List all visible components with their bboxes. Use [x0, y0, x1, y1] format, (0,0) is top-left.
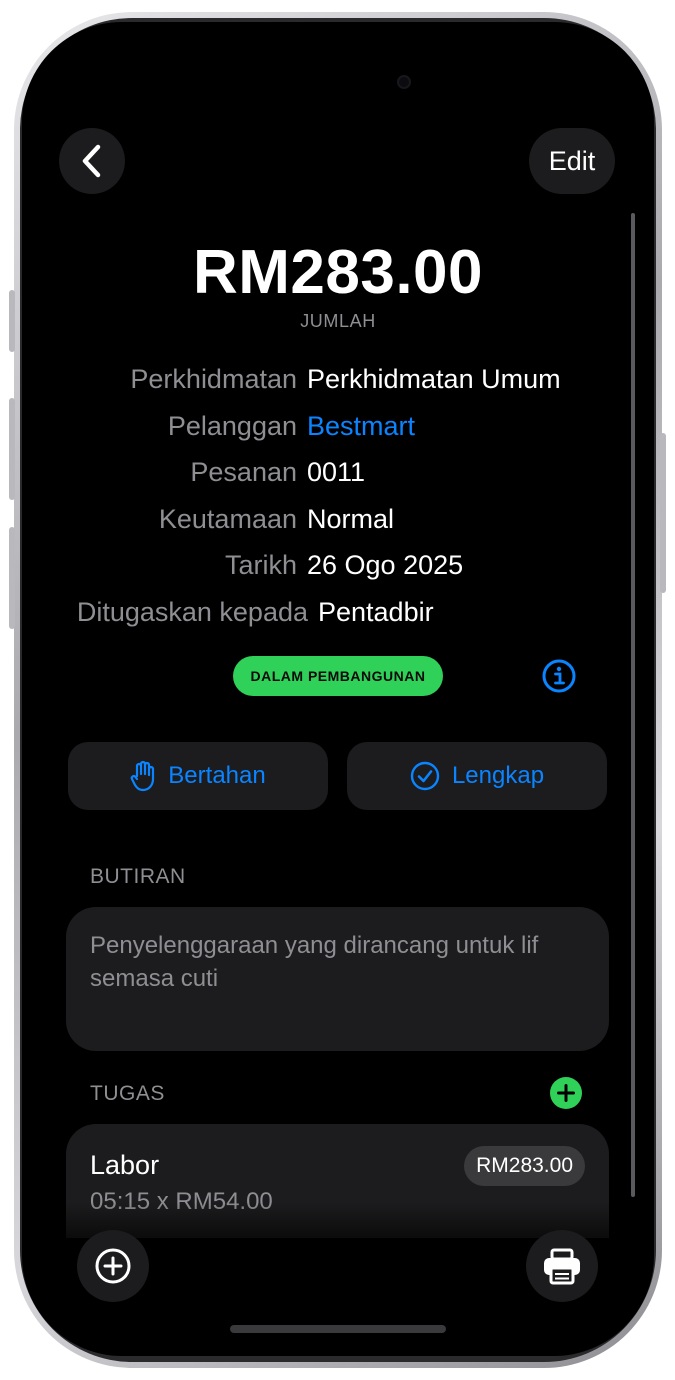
detail-value: 26 Ogo 2025: [307, 550, 464, 580]
hold-button[interactable]: Bertahan: [68, 742, 328, 810]
scroll-fade: [66, 1202, 609, 1238]
volume-down-button: [9, 527, 15, 629]
info-circle-icon: [542, 659, 576, 693]
front-camera: [397, 75, 411, 89]
detail-row-order: Pesanan 0011: [22, 454, 654, 490]
dynamic-island: [296, 40, 380, 54]
task-title: Labor: [90, 1150, 160, 1180]
task-price: RM283.00: [464, 1146, 585, 1186]
scrollbar[interactable]: [631, 213, 635, 1197]
detail-row-assignee: Ditugaskan kepada Pentadbir: [22, 594, 654, 630]
chevron-left-icon: [82, 144, 101, 178]
tasks-section-label: TUGAS: [90, 1082, 165, 1105]
description-card[interactable]: Penyelenggaraan yang dirancang untuk lif…: [66, 907, 609, 1051]
description-text: Penyelenggaraan yang dirancang untuk lif…: [90, 932, 539, 992]
action-button: [9, 290, 15, 352]
detail-key: Keutamaan: [158, 504, 297, 534]
back-button[interactable]: [59, 128, 125, 194]
total-amount-label: JUMLAH: [300, 311, 376, 331]
detail-key: Pelanggan: [167, 411, 297, 441]
volume-up-button: [9, 398, 15, 500]
complete-label: Lengkap: [451, 762, 545, 789]
customer-link[interactable]: Bestmart: [307, 408, 415, 444]
plus-circle-icon: [95, 1248, 131, 1284]
description-section-label: BUTIRAN: [90, 865, 186, 888]
printer-icon: [544, 1248, 580, 1285]
detail-value: 0011: [307, 457, 366, 487]
detail-row-customer: Pelanggan Bestmart: [22, 408, 654, 444]
task-item[interactable]: Labor 05:15 x RM54.00 RM283.00: [66, 1124, 609, 1238]
add-task-button[interactable]: [550, 1077, 582, 1109]
detail-row-priority: Keutamaan Normal: [22, 501, 654, 537]
home-indicator[interactable]: [230, 1325, 446, 1333]
detail-key: Perkhidmatan: [130, 364, 297, 394]
detail-row-service: Perkhidmatan Perkhidmatan Umum: [22, 361, 654, 397]
complete-button[interactable]: Lengkap: [347, 742, 607, 810]
power-button: [660, 433, 666, 593]
detail-value: Perkhidmatan Umum: [307, 364, 561, 394]
screen: Edit RM283.00 JUMLAH Perkhidmatan Perkhi…: [22, 22, 654, 1356]
detail-value: Pentadbir: [318, 597, 434, 627]
checkmark-circle-icon: [410, 761, 440, 791]
detail-key: Pesanan: [190, 457, 297, 487]
print-button[interactable]: [526, 1230, 598, 1302]
detail-key: Ditugaskan kepada: [76, 597, 308, 627]
hand-raised-icon: [131, 760, 155, 792]
detail-row-date: Tarikh 26 Ogo 2025: [22, 547, 654, 583]
edit-button[interactable]: Edit: [529, 128, 615, 194]
status-badge[interactable]: DALAM PEMBANGUNAN: [233, 656, 443, 696]
add-button[interactable]: [77, 1230, 149, 1302]
info-button[interactable]: [541, 658, 577, 694]
detail-key: Tarikh: [224, 550, 297, 580]
detail-value: Normal: [307, 504, 395, 534]
total-amount: RM283.00: [192, 238, 484, 307]
plus-circle-icon: [550, 1077, 582, 1109]
hold-label: Bertahan: [168, 762, 266, 789]
